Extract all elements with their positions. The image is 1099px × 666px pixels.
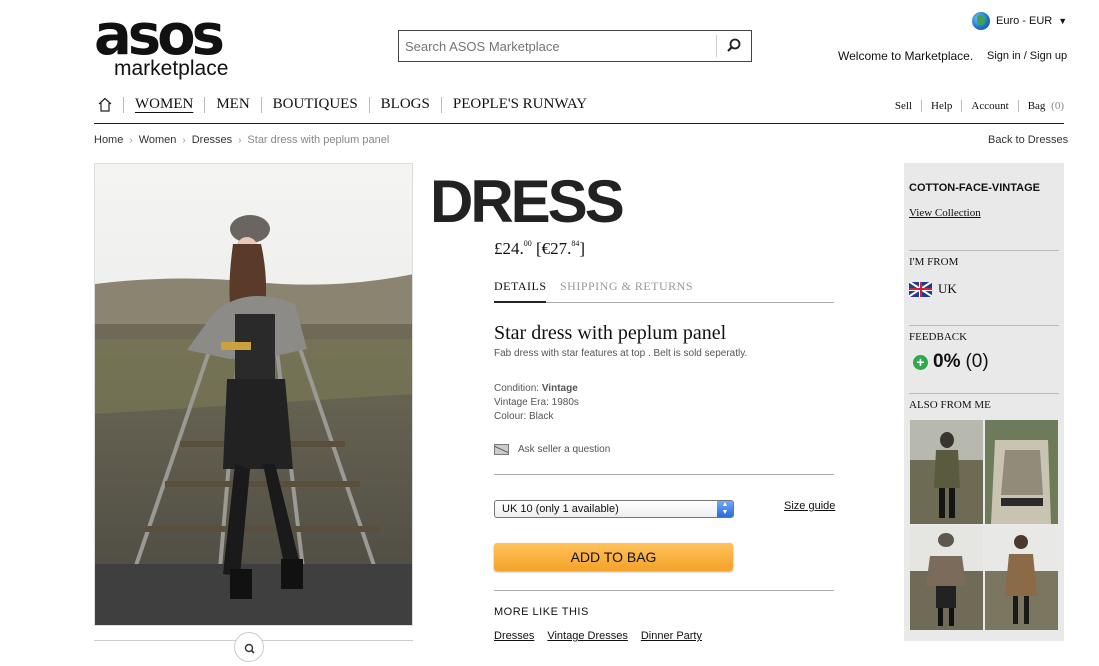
size-select-value: UK 10 (only 1 available) [502,503,619,515]
price-gbp-main: £24. [494,239,524,258]
magnifier-icon [244,643,255,654]
thumbnail[interactable] [985,526,1058,630]
home-icon[interactable] [98,97,112,113]
bag-label: Bag [1027,100,1046,112]
plus-icon: + [913,354,928,370]
main-nav: WOMEN MEN BOUTIQUES BLOGS PEOPLE'S RUNWA… [94,93,1064,124]
nav-separator [123,96,124,113]
back-to-dresses-link[interactable]: Back to Dresses [988,134,1068,146]
util-help[interactable]: Help [931,100,952,112]
divider [494,590,834,591]
util-sell[interactable]: Sell [895,100,912,112]
util-separator [1017,100,1019,112]
sidebar-divider [909,393,1059,394]
zoom-button[interactable] [234,632,264,662]
price-gbp-pence: 00 [523,239,532,248]
seller-location: UK [909,281,957,297]
search-button[interactable] [716,35,751,57]
vintage-era: Vintage Era: 1980s [494,397,579,408]
product-tabs: DETAILS SHIPPING & RETURNS [494,278,834,303]
globe-icon [972,12,990,30]
seller-name[interactable]: COTTON-FACE-VINTAGE [909,182,1040,194]
ask-seller-link[interactable]: Ask seller a question [494,444,610,455]
chevron-right-icon: › [129,134,133,146]
condition-row: Condition: Vintage [494,382,579,396]
nav-item-peoples-runway[interactable]: PEOPLE'S RUNWAY [453,96,587,113]
chevron-right-icon: › [182,134,186,146]
product-attributes: Condition: Vintage Vintage Era: 1980s Co… [494,382,579,424]
price-eur-close: ] [579,239,586,258]
feedback-percent: 0% [933,351,961,372]
product-photo-illustration [95,164,412,625]
sidebar-divider [909,325,1059,326]
more-link-dinner-party[interactable]: Dinner Party [641,630,702,642]
search-icon [727,38,741,52]
search-box [398,30,752,62]
product-name: Star dress with peplum panel [494,322,727,344]
seller-sidebar: COTTON-FACE-VINTAGE View Collection I'M … [904,163,1064,641]
breadcrumb-home[interactable]: Home [94,134,123,146]
condition-label: Condition: [494,383,540,394]
nav-separator [368,96,370,113]
price: £24.00 [€27.84] [494,239,585,259]
also-from-me-label: ALSO FROM ME [909,399,991,411]
thumbnail[interactable] [910,526,983,630]
search-input[interactable] [399,31,717,61]
feedback-label: FEEDBACK [909,331,968,343]
size-select[interactable]: UK 10 (only 1 available) ▲ ▼ [494,500,734,518]
feedback-score: + 0% (0) [913,351,989,373]
also-from-me-grid [910,420,1058,630]
breadcrumb-women[interactable]: Women [139,134,177,146]
colour: Colour: Black [494,411,554,422]
more-link-dresses[interactable]: Dresses [494,630,534,642]
chevron-right-icon: › [238,134,242,146]
signin-link[interactable]: Sign in / Sign up [987,50,1067,62]
nav-item-women[interactable]: WOMEN [135,96,193,113]
product-category-title: DRESS [430,168,625,235]
active-tab-indicator [494,301,546,303]
nav-separator [204,96,206,113]
sidebar-divider [909,250,1059,251]
caret-down-icon: ▼ [1058,16,1068,26]
updown-arrows-icon: ▲ ▼ [717,501,733,517]
logo-subtitle: marketplace [114,57,229,80]
currency-selector[interactable]: Euro - EUR ▼ [972,12,1067,30]
condition-value: Vintage [541,383,578,394]
breadcrumb-dresses[interactable]: Dresses [192,134,232,146]
from-value: UK [938,281,957,296]
util-separator [961,100,963,112]
tab-shipping-returns[interactable]: SHIPPING & RETURNS [560,279,693,294]
nav-item-boutiques[interactable]: BOUTIQUES [273,96,358,113]
breadcrumb: Home › Women › Dresses › Star dress with… [94,134,389,146]
more-like-this-links: Dresses Vintage Dresses Dinner Party [494,630,702,642]
util-account[interactable]: Account [971,100,1008,112]
uk-flag-icon [909,281,932,297]
add-to-bag-button[interactable]: ADD TO BAG [494,543,733,571]
welcome-text: Welcome to Marketplace. [838,49,974,63]
product-image[interactable] [94,163,413,626]
view-collection-link[interactable]: View Collection [909,207,981,219]
nav-separator [440,96,442,113]
nav-separator [260,96,262,113]
util-bag[interactable]: Bag (0) [1028,100,1064,112]
nav-item-men[interactable]: MEN [216,96,249,113]
util-separator [921,100,923,112]
price-eur-main: [€27. [536,239,572,258]
currency-label: Euro - EUR [996,15,1053,27]
product-description: Fab dress with star features at top . Be… [494,348,748,359]
tab-details[interactable]: DETAILS [494,279,547,294]
feedback-count: (0) [965,351,989,372]
thumbnail[interactable] [985,420,1058,524]
thumbnail[interactable] [910,420,983,524]
nav-item-blogs[interactable]: BLOGS [381,96,430,113]
ask-seller-label: Ask seller a question [518,444,611,455]
bag-count: (0) [1051,100,1064,112]
divider [494,474,834,475]
from-label: I'M FROM [909,256,959,268]
breadcrumb-current: Star dress with peplum panel [247,134,390,146]
envelope-icon [494,444,509,455]
more-like-this-heading: MORE LIKE THIS [494,606,589,618]
size-guide-link[interactable]: Size guide [784,500,835,512]
more-link-vintage-dresses[interactable]: Vintage Dresses [547,630,628,642]
